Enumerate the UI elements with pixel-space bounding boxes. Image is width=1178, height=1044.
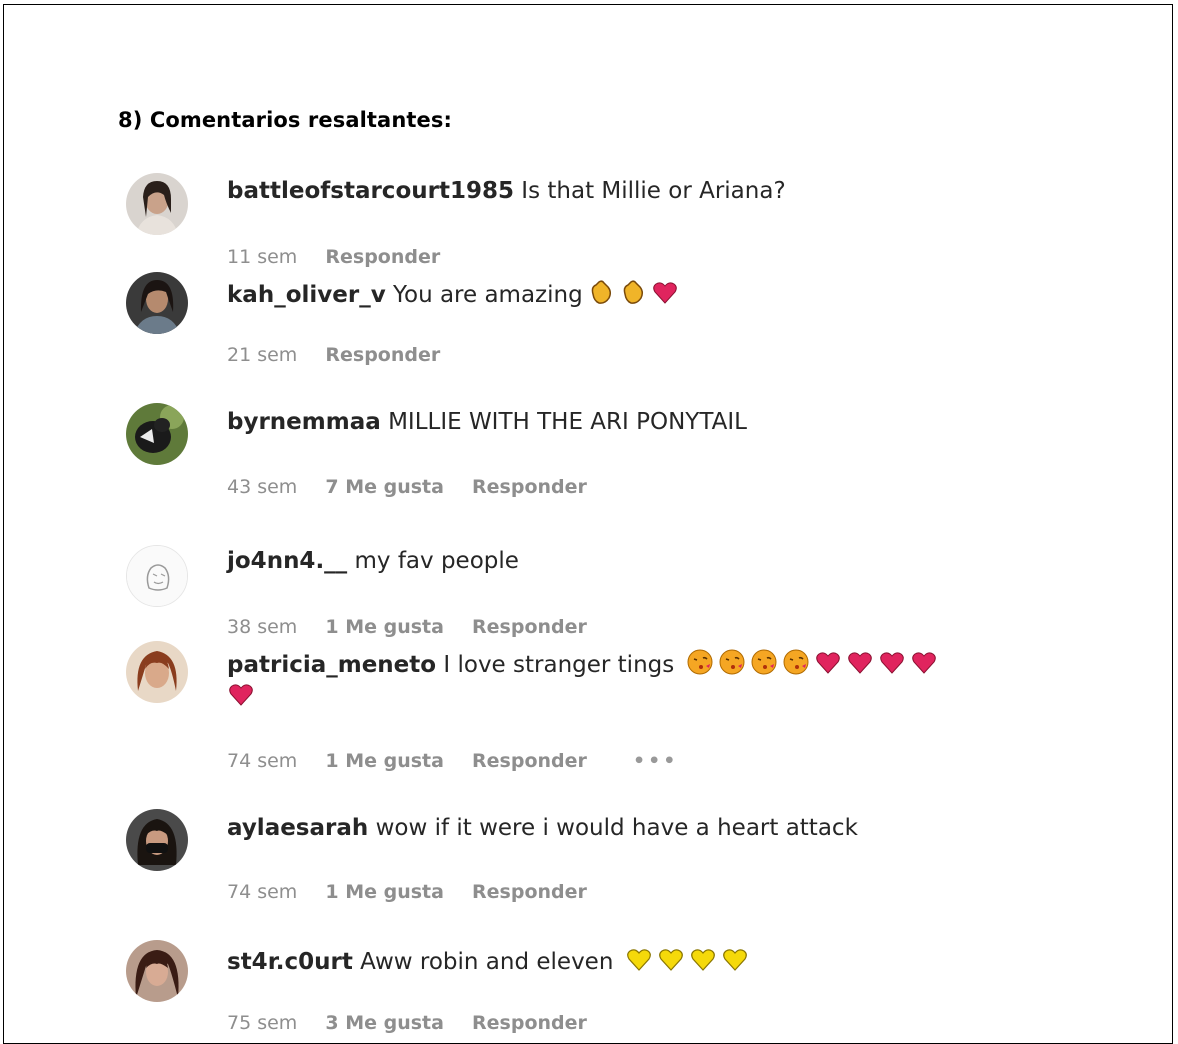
heart-emoji-icon <box>814 648 842 682</box>
comment-time: 43 sem <box>227 476 298 498</box>
comment-time: 21 sem <box>227 344 298 366</box>
comment-line: aylaesarah wow if it were i would have a… <box>227 815 858 841</box>
comment-username[interactable]: patricia_meneto <box>227 652 436 678</box>
likes-count[interactable]: 3 Me gusta <box>325 1012 444 1034</box>
comment-text: You are amazing <box>393 282 583 308</box>
likes-count[interactable]: 1 Me gusta <box>325 616 444 638</box>
comment-username[interactable]: jo4nn4.__ <box>227 548 347 574</box>
comment-text: MILLIE WITH THE ARI PONYTAIL <box>388 409 747 435</box>
comment-meta: 43 sem 7 Me gusta Responder <box>227 476 609 498</box>
heart-emoji-icon <box>910 648 938 682</box>
comment-username[interactable]: kah_oliver_v <box>227 282 386 308</box>
comment-meta: 11 sem Responder <box>227 246 462 268</box>
reply-button[interactable]: Responder <box>472 1012 587 1034</box>
comment-meta: 74 sem 1 Me gusta Responder ••• <box>227 750 700 772</box>
comment-time: 11 sem <box>227 246 298 268</box>
comment-meta: 75 sem 3 Me gusta Responder <box>227 1012 609 1034</box>
reply-button[interactable]: Responder <box>325 344 440 366</box>
comment-meta: 38 sem 1 Me gusta Responder <box>227 616 609 638</box>
reply-button[interactable]: Responder <box>472 750 587 772</box>
yellow-heart-emoji-icon <box>689 945 717 979</box>
avatar[interactable] <box>126 545 188 607</box>
comment-time: 74 sem <box>227 750 298 772</box>
reply-button[interactable]: Responder <box>472 476 587 498</box>
heart-emoji-icon <box>878 648 906 682</box>
more-options-icon[interactable]: ••• <box>633 750 678 772</box>
comment-username[interactable]: st4r.c0urt <box>227 949 353 975</box>
comment-line-wrap <box>227 680 255 714</box>
heart-emoji-icon <box>846 648 874 682</box>
comment-line: byrnemmaa MILLIE WITH THE ARI PONYTAIL <box>227 409 747 435</box>
reply-button[interactable]: Responder <box>472 881 587 903</box>
yellow-heart-emoji-icon <box>625 945 653 979</box>
likes-count[interactable]: 1 Me gusta <box>325 750 444 772</box>
comment-text: I love stranger tings <box>443 652 675 678</box>
comment-text: my fav people <box>354 548 519 574</box>
comment-time: 75 sem <box>227 1012 298 1034</box>
reply-button[interactable]: Responder <box>325 246 440 268</box>
clap-emoji-icon <box>619 278 647 312</box>
comment-username[interactable]: battleofstarcourt1985 <box>227 178 514 204</box>
kiss-emoji-icon <box>782 648 810 682</box>
comment-text: wow if it were i would have a heart atta… <box>375 815 858 841</box>
avatar[interactable] <box>126 809 188 871</box>
comment-text: Aww robin and eleven <box>360 949 614 975</box>
kiss-emoji-icon <box>718 648 746 682</box>
comment-username[interactable]: aylaesarah <box>227 815 368 841</box>
avatar[interactable] <box>126 272 188 334</box>
comment-line: jo4nn4.__ my fav people <box>227 548 519 574</box>
clap-emoji-icon <box>587 278 615 312</box>
comment-line: patricia_meneto I love stranger tings <box>227 648 938 682</box>
likes-count[interactable]: 1 Me gusta <box>325 881 444 903</box>
comment-time: 74 sem <box>227 881 298 903</box>
avatar[interactable] <box>126 641 188 703</box>
comment-meta: 21 sem Responder <box>227 344 462 366</box>
comment-meta: 74 sem 1 Me gusta Responder <box>227 881 609 903</box>
comment-text: Is that Millie or Ariana? <box>521 178 786 204</box>
yellow-heart-emoji-icon <box>721 945 749 979</box>
comment-line: st4r.c0urt Aww robin and eleven <box>227 945 749 979</box>
avatar[interactable] <box>126 940 188 1002</box>
comment-time: 38 sem <box>227 616 298 638</box>
kiss-emoji-icon <box>686 648 714 682</box>
avatar[interactable] <box>126 403 188 465</box>
page-title: 8) Comentarios resaltantes: <box>118 108 452 132</box>
comment-line: battleofstarcourt1985 Is that Millie or … <box>227 178 786 204</box>
comment-line: kah_oliver_v You are amazing <box>227 278 679 312</box>
reply-button[interactable]: Responder <box>472 616 587 638</box>
kiss-emoji-icon <box>750 648 778 682</box>
avatar[interactable] <box>126 173 188 235</box>
yellow-heart-emoji-icon <box>657 945 685 979</box>
comment-username[interactable]: byrnemmaa <box>227 409 381 435</box>
likes-count[interactable]: 7 Me gusta <box>325 476 444 498</box>
heart-emoji-icon <box>651 278 679 312</box>
heart-emoji-icon <box>227 680 255 714</box>
